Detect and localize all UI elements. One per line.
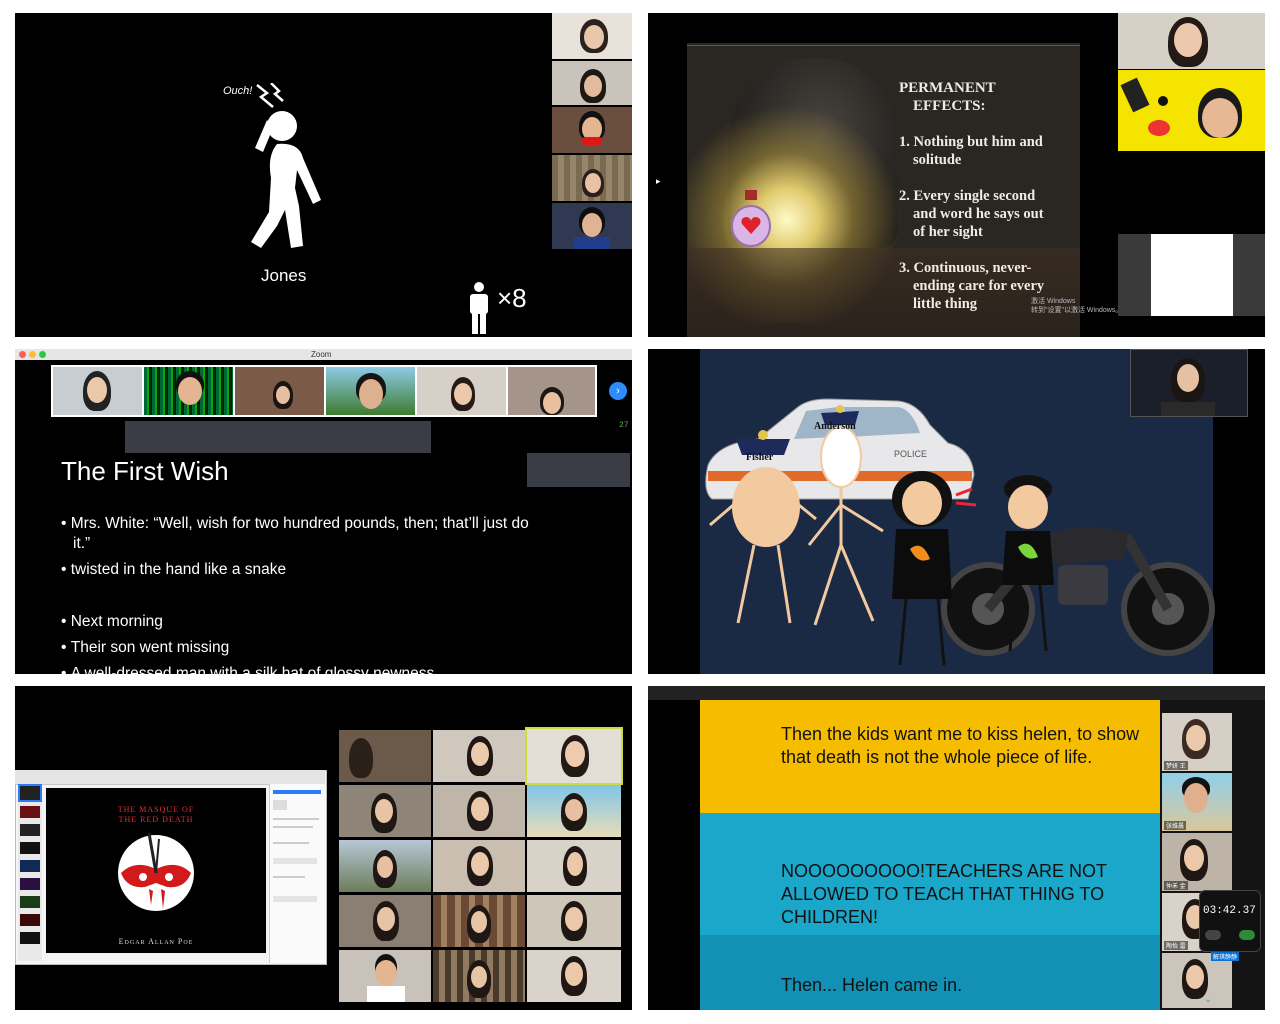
inspector-panel	[269, 784, 326, 963]
mouse-cursor-icon: ▸	[656, 176, 661, 186]
participant-name: 陶怡 雷	[1164, 941, 1188, 950]
zoom-button[interactable]	[39, 351, 46, 358]
bullet-item: it.”	[73, 535, 91, 552]
participant-name: 张维晨	[1164, 821, 1187, 830]
video-tile[interactable]	[339, 895, 431, 947]
potion-bottle-icon	[731, 190, 771, 247]
slide-number: 27	[619, 421, 629, 430]
window-title: Zoom	[311, 350, 332, 359]
stopwatch-widget	[1199, 890, 1261, 952]
video-tile[interactable]	[339, 785, 431, 837]
book-title: THE MASQUE OF THE RED DEATH	[117, 805, 195, 824]
officer-label-anderson: Anderson	[814, 421, 856, 432]
slide-thumb[interactable]	[20, 878, 40, 890]
video-tile[interactable]	[552, 155, 632, 201]
stopwatch-reset-button[interactable]	[1205, 930, 1221, 940]
video-tile[interactable]	[144, 367, 233, 415]
person-icon	[470, 282, 488, 334]
slide-thumb[interactable]	[20, 914, 40, 926]
dialogue-line-2: NOOOOOOOOO!TEACHERS ARE NOT ALLOWED TO T…	[781, 861, 1107, 927]
bullet-item: • twisted in the hand like a snake	[61, 561, 287, 578]
windows-watermark: 激活 Windows 转到"设置"以激活 Windows。	[1031, 298, 1123, 314]
bullet-item: • Mrs. White: “Well, wish for two hundre…	[61, 515, 529, 532]
panel-police-scene: POLICE Fisher Anderson	[648, 349, 1265, 674]
video-tile[interactable]	[527, 950, 621, 1002]
stick-girl	[892, 471, 977, 666]
stopwatch-start-button[interactable]	[1239, 930, 1255, 940]
video-tile[interactable]	[1118, 13, 1265, 69]
video-tile[interactable]	[339, 950, 431, 1002]
panel-slide-permanent-effects: PERMANENT EFFECTS: 1. Nothing but him an…	[648, 13, 1265, 337]
slide-thumb[interactable]	[20, 932, 40, 944]
redaction-block	[125, 421, 431, 453]
participant-tile[interactable]	[1162, 953, 1232, 1008]
video-tile[interactable]	[527, 785, 621, 837]
video-tile[interactable]	[433, 785, 525, 837]
panel-gallery-share: THE MASQUE OF THE RED DEATH Edgar Allan …	[15, 686, 632, 1010]
video-tile[interactable]	[235, 367, 324, 415]
participant-name: 梦妍 王	[1164, 761, 1188, 770]
video-tile[interactable]	[527, 895, 621, 947]
person-count: ×8	[497, 283, 527, 313]
effects-text: PERMANENT EFFECTS: 1. Nothing but him an…	[899, 80, 1045, 312]
slide-thumb-selected[interactable]	[18, 784, 42, 802]
close-button[interactable]	[19, 351, 26, 358]
dialogue-line-3: Then... Helen came in.	[781, 975, 963, 995]
participant-tile[interactable]: 仲禾 金	[1162, 833, 1232, 891]
character-name: Jones	[261, 266, 307, 285]
slide-thumb[interactable]	[20, 860, 40, 872]
bullet-item: • Next morning	[61, 613, 163, 630]
hurt-person-icon	[251, 111, 321, 248]
minimize-button[interactable]	[29, 351, 36, 358]
video-tile[interactable]	[552, 107, 632, 153]
keynote-toolbar	[15, 770, 325, 785]
video-tile[interactable]	[433, 950, 525, 1002]
dialogue-line-1: Then the kids want me to kiss helen, to …	[781, 724, 1140, 767]
slide-title: The First Wish	[61, 456, 229, 486]
redaction-block	[527, 453, 630, 487]
participant-tile[interactable]: 梦妍 王	[1162, 713, 1232, 771]
video-tile[interactable]	[552, 203, 632, 249]
app-toolbar	[648, 686, 1265, 700]
officer-label-fisher: Fisher	[746, 452, 774, 463]
ouch-speech: Ouch!	[223, 85, 253, 97]
participant-name: 仲禾 金	[1164, 881, 1188, 890]
panel-dialogue-slide: 吗 Then the kids want me to kiss helen, t…	[648, 686, 1265, 1010]
slide-thumb[interactable]	[20, 842, 40, 854]
slide-thumb[interactable]	[20, 824, 40, 836]
bullet-item: • Their son went missing	[61, 639, 230, 656]
slide-thumb[interactable]	[20, 896, 40, 908]
video-tile[interactable]	[527, 840, 621, 892]
book-author: Edgar Allan Poe	[118, 937, 194, 946]
stopwatch-time: 03:42.37	[1203, 905, 1256, 917]
video-tile[interactable]	[417, 367, 506, 415]
panel-stick-figure-slide: Ouch! Jones ×8	[15, 13, 632, 337]
video-tile[interactable]	[339, 840, 431, 892]
slide-thumb[interactable]	[20, 806, 40, 818]
video-tile[interactable]	[1130, 349, 1248, 417]
bullet-item: • A well-dressed man with a silk hat of …	[61, 665, 435, 674]
video-tile-active[interactable]	[525, 727, 623, 785]
video-tile[interactable]	[326, 367, 415, 415]
name-tag: 解琪静静	[1211, 952, 1240, 961]
video-tile-pikachu[interactable]	[1118, 70, 1265, 151]
video-tile[interactable]	[552, 13, 632, 59]
clock-mask-icon	[118, 832, 194, 911]
panel-zoom-slide: Zoom › 27 The First Wish • Mrs. White: “…	[15, 349, 632, 674]
video-tile[interactable]	[339, 730, 431, 782]
video-tile[interactable]	[552, 61, 632, 105]
chevron-down-icon[interactable]: ⌄	[1204, 994, 1212, 1005]
dialogue-band-blue-dark	[700, 935, 1160, 1010]
next-page-button[interactable]: ›	[609, 382, 627, 400]
video-tile[interactable]	[433, 730, 525, 782]
video-tile[interactable]	[53, 367, 142, 415]
video-tile[interactable]	[433, 895, 525, 947]
participant-tile[interactable]: 张维晨	[1162, 773, 1232, 831]
video-tile[interactable]	[433, 840, 525, 892]
stick-boy	[1002, 475, 1054, 652]
video-tile[interactable]	[508, 367, 595, 415]
